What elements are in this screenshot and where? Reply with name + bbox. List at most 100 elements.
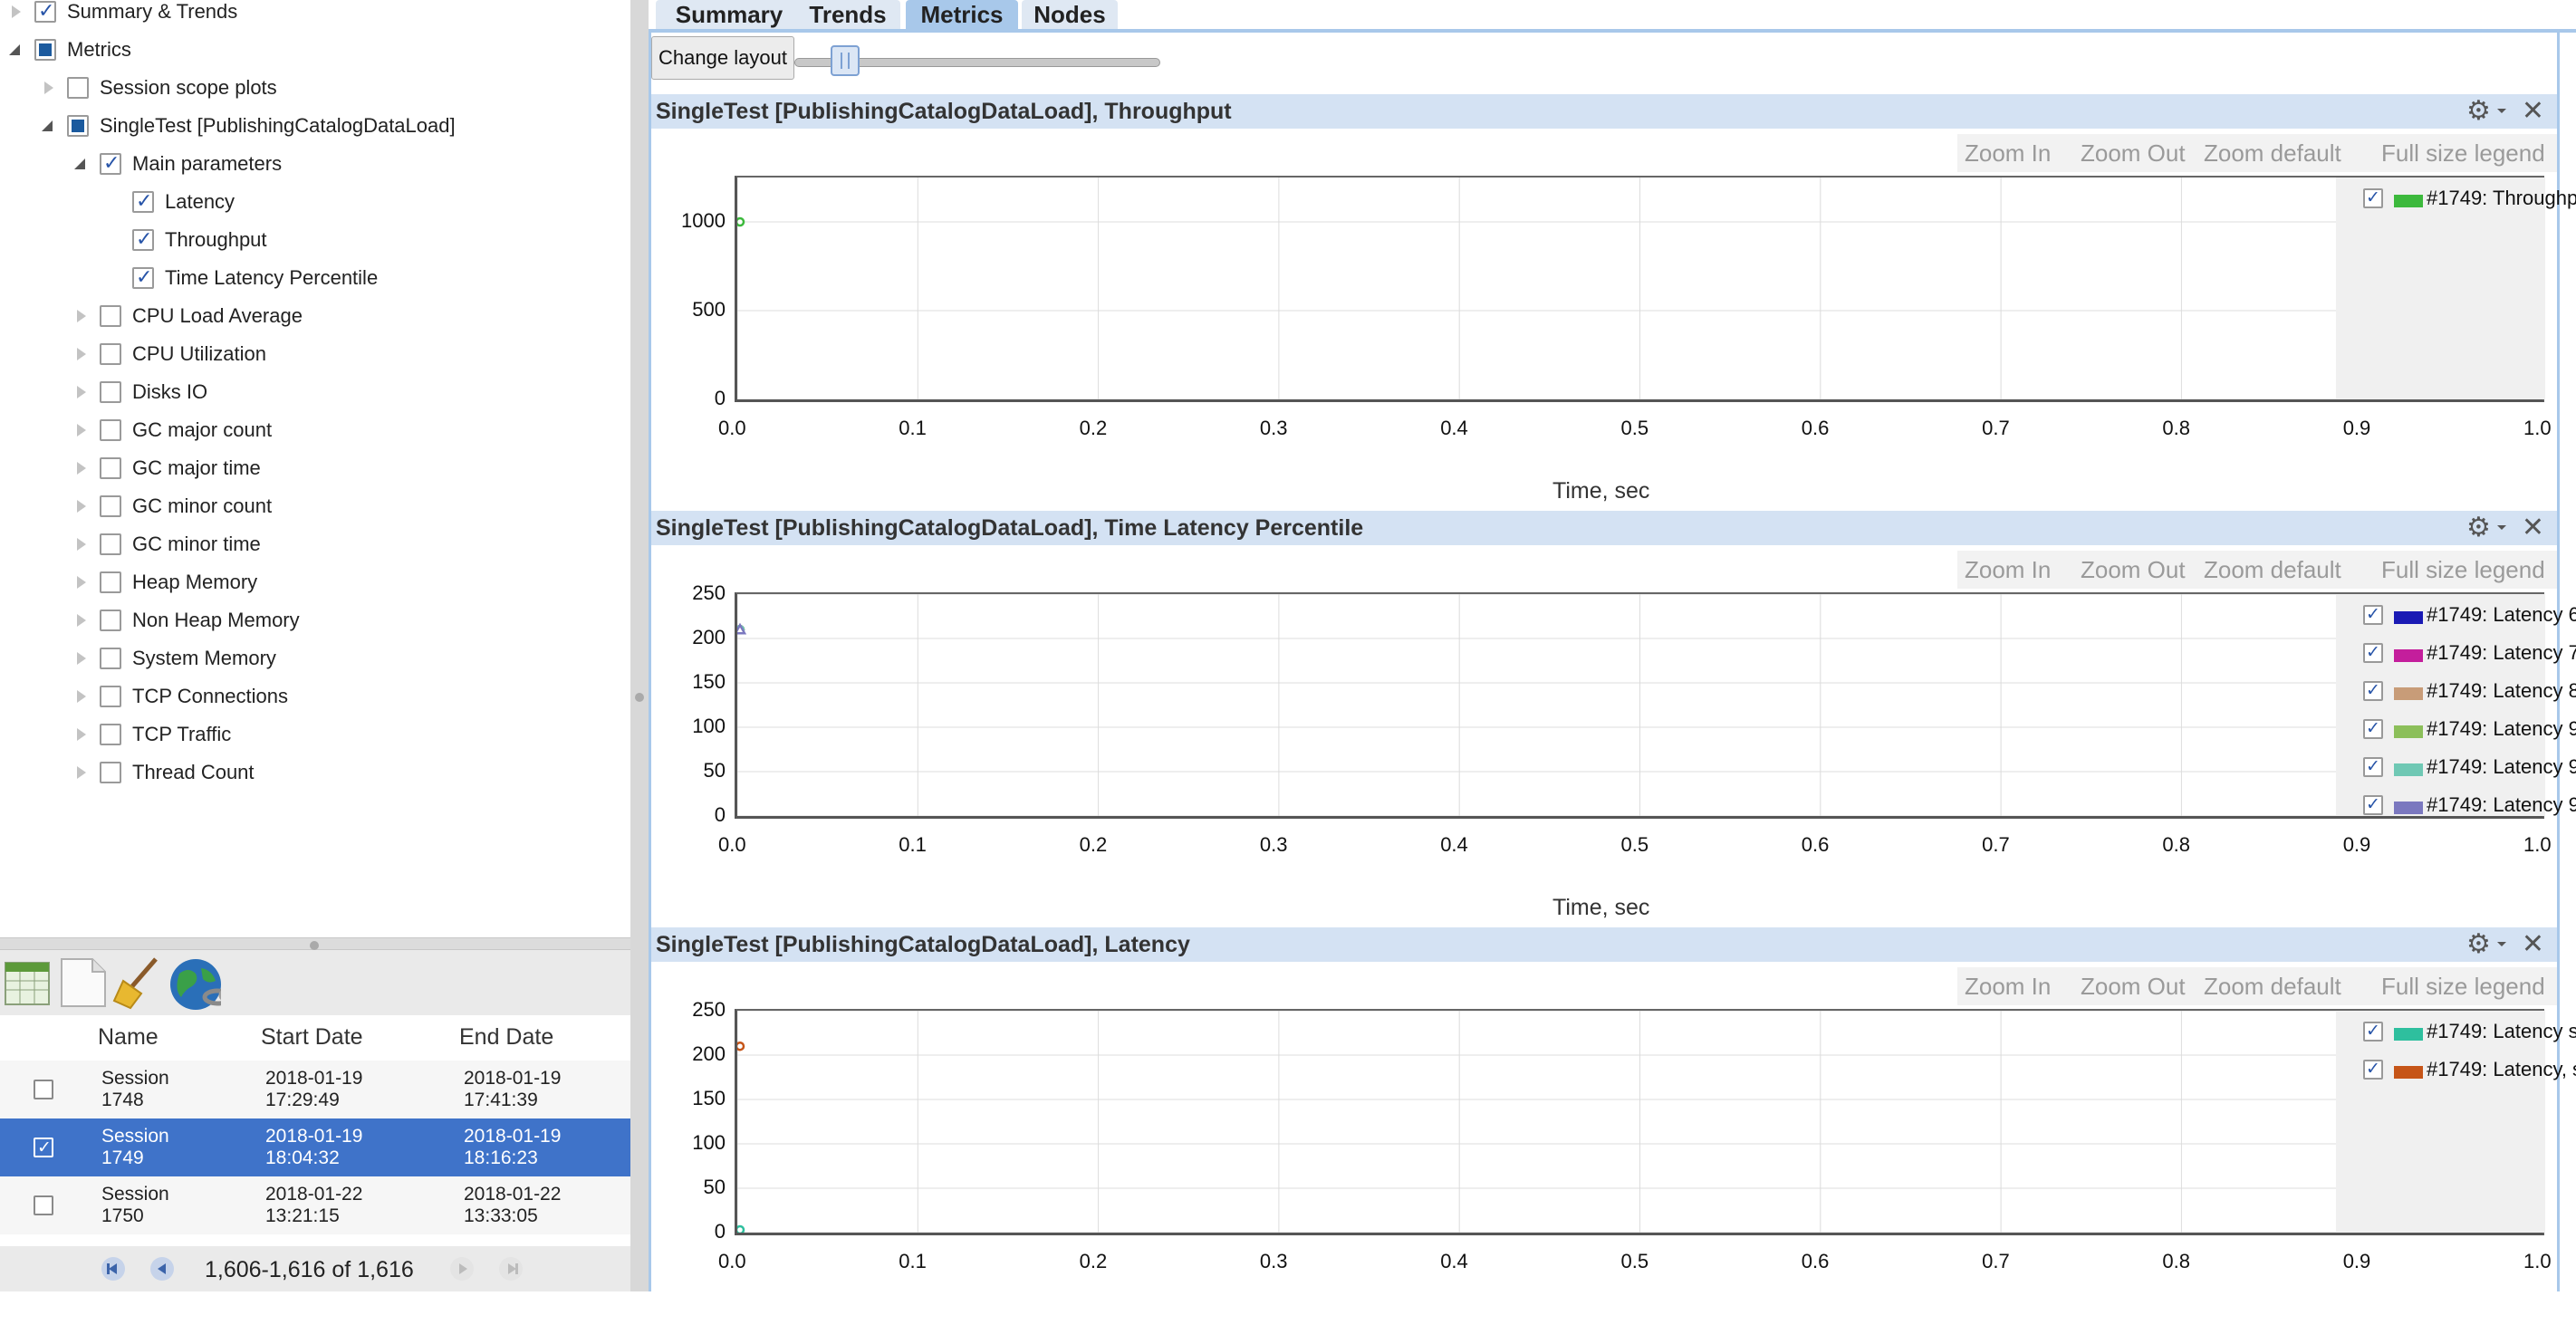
tree-checkbox[interactable] (100, 533, 121, 555)
legend-item[interactable]: #1749: Throughput, tps (2363, 185, 2576, 212)
tab-metrics[interactable]: Metrics (906, 0, 1018, 29)
expanded-arrow-icon[interactable] (72, 156, 89, 172)
tree-checkbox[interactable] (100, 571, 121, 593)
vertical-splitter[interactable] (630, 0, 649, 1291)
column-header-end-date[interactable]: End Date (459, 1024, 553, 1051)
tree-item[interactable]: GC minor time (72, 526, 261, 562)
last-page-button[interactable] (499, 1257, 523, 1281)
zoom-default-button[interactable]: Zoom default (2204, 556, 2341, 584)
tree-checkbox[interactable] (100, 724, 121, 745)
zoom-in-button[interactable]: Zoom In (1965, 973, 2051, 1001)
tab-trends[interactable]: Trends (795, 0, 900, 29)
tree-checkbox[interactable] (100, 343, 121, 365)
plot-area[interactable]: #1749: Latency std dev, sec #1749: Latenc… (735, 1009, 2576, 1235)
tree-checkbox[interactable] (100, 457, 121, 479)
legend-checkbox[interactable] (2363, 718, 2383, 739)
splitter-handle-icon[interactable] (635, 693, 644, 702)
collapsed-arrow-icon[interactable] (72, 422, 89, 438)
tree-checkbox[interactable] (100, 686, 121, 707)
column-header-start-date[interactable]: Start Date (261, 1024, 363, 1051)
plot-area[interactable]: #1749: Throughput, tps (735, 176, 2576, 402)
legend-checkbox[interactable] (2363, 1059, 2383, 1080)
tree-item[interactable]: Session scope plots (40, 70, 277, 106)
collapsed-arrow-icon[interactable] (72, 536, 89, 552)
legend-item[interactable]: #1749: Latency 70.0 % (2363, 639, 2576, 667)
table-row[interactable]: Session 1749 2018-01-19 18:04:32 2018-01-1… (0, 1118, 630, 1176)
tree-checkbox[interactable] (100, 648, 121, 669)
previous-page-button[interactable] (150, 1257, 174, 1281)
tab-summary[interactable]: Summary (656, 0, 803, 29)
tree-checkbox[interactable] (67, 115, 89, 137)
tree-checkbox[interactable] (100, 762, 121, 783)
tree-item[interactable]: Metrics (7, 32, 131, 68)
collapsed-arrow-icon[interactable] (72, 384, 89, 400)
full-size-legend-button[interactable]: Full size legend (2381, 973, 2545, 1001)
tree-item[interactable]: SingleTest [PublishingCatalogDataLoad] (40, 108, 456, 144)
legend-checkbox[interactable] (2363, 642, 2383, 663)
tree-item[interactable]: Disks IO (72, 374, 207, 410)
legend-checkbox[interactable] (2363, 1021, 2383, 1042)
data-point[interactable] (737, 216, 745, 227)
collapsed-arrow-icon[interactable] (72, 688, 89, 705)
collapsed-arrow-icon[interactable] (72, 650, 89, 667)
tree-checkbox[interactable] (34, 39, 56, 61)
tree-item[interactable]: GC major time (72, 450, 261, 486)
legend-checkbox[interactable] (2363, 604, 2383, 625)
legend-checkbox[interactable] (2363, 756, 2383, 777)
next-page-button[interactable] (450, 1257, 474, 1281)
zoom-default-button[interactable]: Zoom default (2204, 973, 2341, 1001)
zoom-out-button[interactable]: Zoom Out (2081, 139, 2186, 168)
zoom-out-button[interactable]: Zoom Out (2081, 973, 2186, 1001)
expanded-arrow-icon[interactable] (40, 118, 56, 134)
change-layout-button[interactable]: Change layout (651, 36, 794, 80)
tree-item[interactable]: Latency (105, 184, 235, 220)
plot-area[interactable]: #1749: Latency 60.0 % #1749: Latency 70.0… (735, 592, 2576, 819)
close-icon[interactable]: ✕ (2522, 929, 2544, 960)
spreadsheet-icon[interactable] (2, 954, 56, 1010)
collapsed-arrow-icon[interactable] (72, 498, 89, 514)
chevron-down-icon[interactable] (2497, 109, 2506, 113)
row-checkbox[interactable] (34, 1137, 53, 1158)
tree-item[interactable]: Heap Memory (72, 564, 257, 600)
blank-page-icon[interactable] (56, 954, 111, 1010)
tree-item[interactable]: Main parameters (72, 146, 282, 182)
collapsed-arrow-icon[interactable] (72, 726, 89, 743)
collapsed-arrow-icon[interactable] (72, 308, 89, 324)
data-point[interactable] (737, 1041, 745, 1051)
tree-checkbox[interactable] (100, 305, 121, 327)
tree-item[interactable]: System Memory (72, 640, 276, 677)
gear-icon[interactable]: ⚙ (2466, 98, 2494, 125)
expanded-arrow-icon[interactable] (7, 42, 24, 58)
gear-icon[interactable]: ⚙ (2466, 931, 2494, 958)
collapsed-arrow-icon[interactable] (40, 80, 56, 96)
legend-item[interactable]: #1749: Latency 90.0 % (2363, 715, 2576, 743)
tree-item[interactable]: GC major count (72, 412, 272, 448)
tree-checkbox[interactable] (67, 77, 89, 99)
broom-icon[interactable] (111, 954, 165, 1010)
tree-item[interactable]: CPU Utilization (72, 336, 266, 372)
zoom-in-button[interactable]: Zoom In (1965, 556, 2051, 584)
tree-item[interactable]: CPU Load Average (72, 298, 303, 334)
row-checkbox[interactable] (34, 1080, 53, 1099)
close-icon[interactable]: ✕ (2522, 96, 2544, 127)
close-icon[interactable]: ✕ (2522, 513, 2544, 543)
globe-link-icon[interactable] (167, 954, 221, 1010)
column-header-name[interactable]: Name (98, 1024, 159, 1051)
collapsed-arrow-icon[interactable] (72, 346, 89, 362)
zoom-default-button[interactable]: Zoom default (2204, 139, 2341, 168)
tree-checkbox[interactable] (100, 495, 121, 517)
legend-item[interactable]: #1749: Latency 80.0 % (2363, 677, 2576, 705)
tree-checkbox[interactable] (132, 266, 154, 289)
tree-checkbox[interactable] (100, 610, 121, 631)
legend-item[interactable]: #1749: Latency std dev, sec (2363, 1018, 2576, 1045)
tree-item[interactable]: TCP Traffic (72, 716, 231, 753)
legend-checkbox[interactable] (2363, 187, 2383, 208)
tree-checkbox[interactable] (100, 381, 121, 403)
full-size-legend-button[interactable]: Full size legend (2381, 556, 2545, 584)
gear-icon[interactable]: ⚙ (2466, 514, 2494, 542)
layout-slider-handle[interactable] (831, 45, 860, 76)
tab-nodes[interactable]: Nodes (1022, 0, 1118, 29)
first-page-button[interactable] (101, 1257, 125, 1281)
collapsed-arrow-icon[interactable] (72, 460, 89, 476)
collapsed-arrow-icon[interactable] (7, 4, 24, 20)
